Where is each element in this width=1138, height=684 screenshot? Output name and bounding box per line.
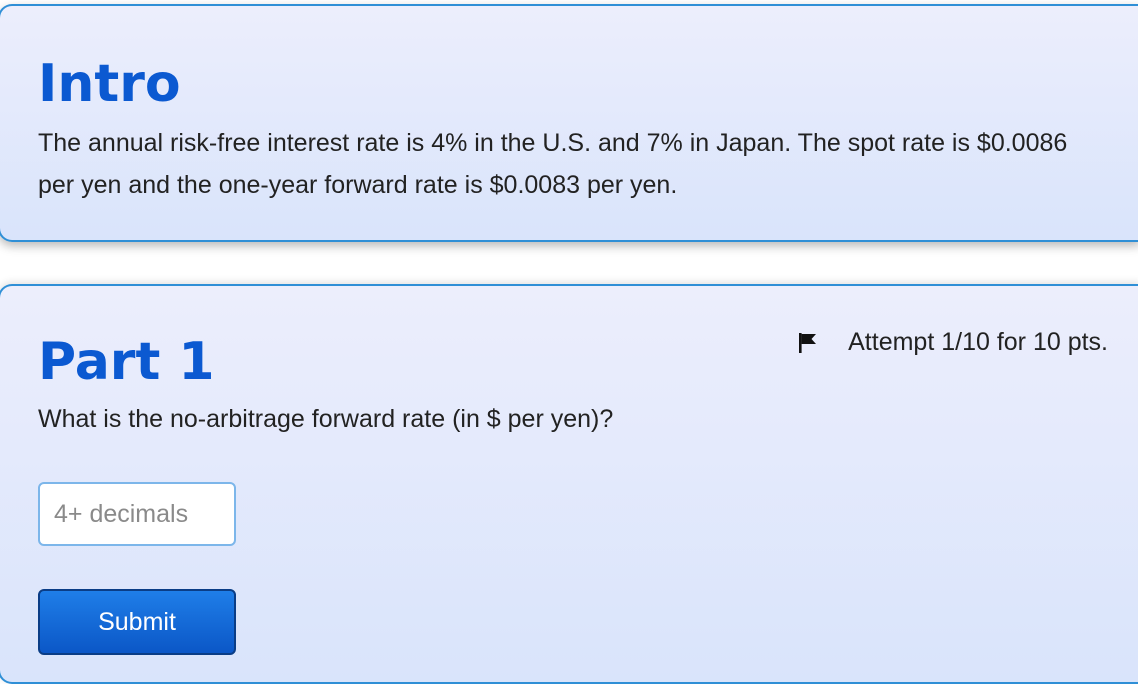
answer-input[interactable]: [38, 482, 236, 546]
part1-card: Part 1 Attempt 1/10 for 10 pts. What is …: [0, 284, 1138, 684]
question-text: What is the no-arbitrage forward rate (i…: [38, 405, 614, 433]
attempt-label: Attempt 1/10 for 10 pts.: [848, 328, 1108, 356]
intro-title: Intro: [38, 54, 181, 114]
flag-icon[interactable]: [798, 332, 818, 354]
intro-card: Intro The annual risk-free interest rate…: [0, 4, 1138, 242]
intro-text: The annual risk-free interest rate is 4%…: [38, 129, 1068, 199]
attempt-info: Attempt 1/10 for 10 pts.: [798, 328, 1108, 357]
part1-title: Part 1: [38, 332, 215, 392]
submit-button[interactable]: Submit: [38, 589, 236, 655]
